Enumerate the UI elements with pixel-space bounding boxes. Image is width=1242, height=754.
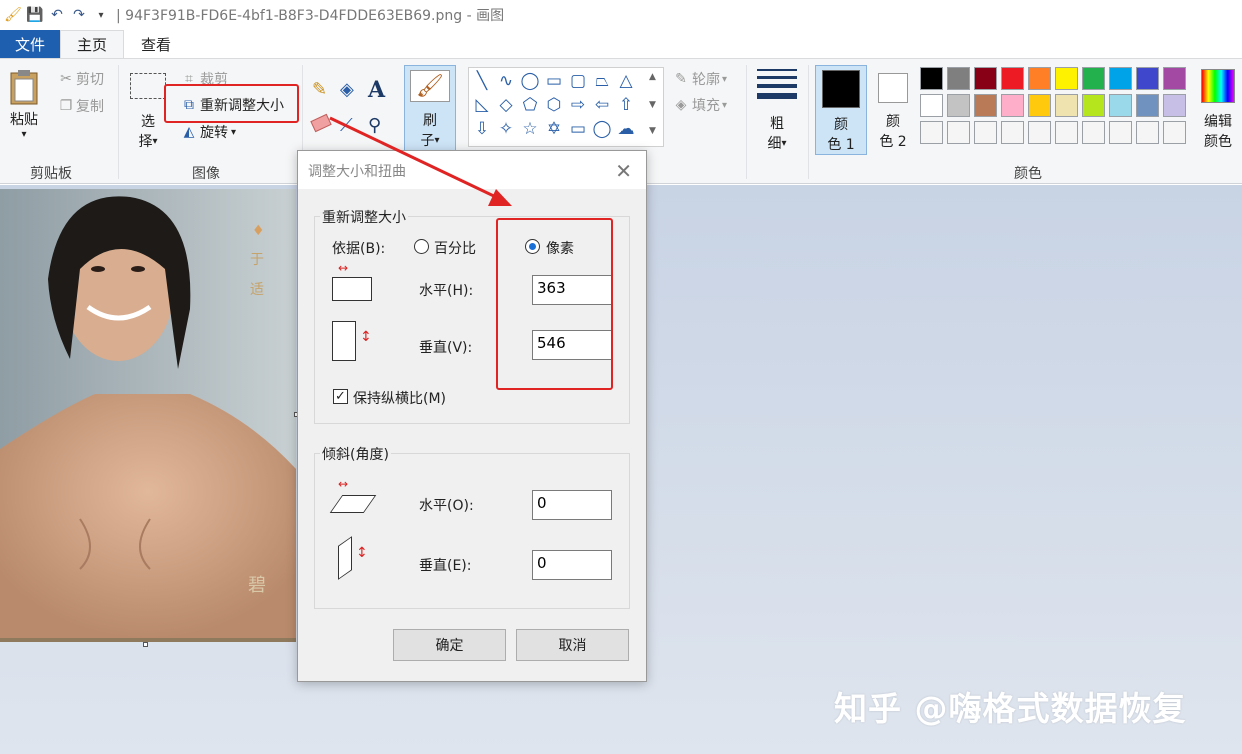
watermark: 知乎 @嗨格式数据恢复 xyxy=(834,689,1187,728)
annotation-arrow xyxy=(329,116,512,206)
